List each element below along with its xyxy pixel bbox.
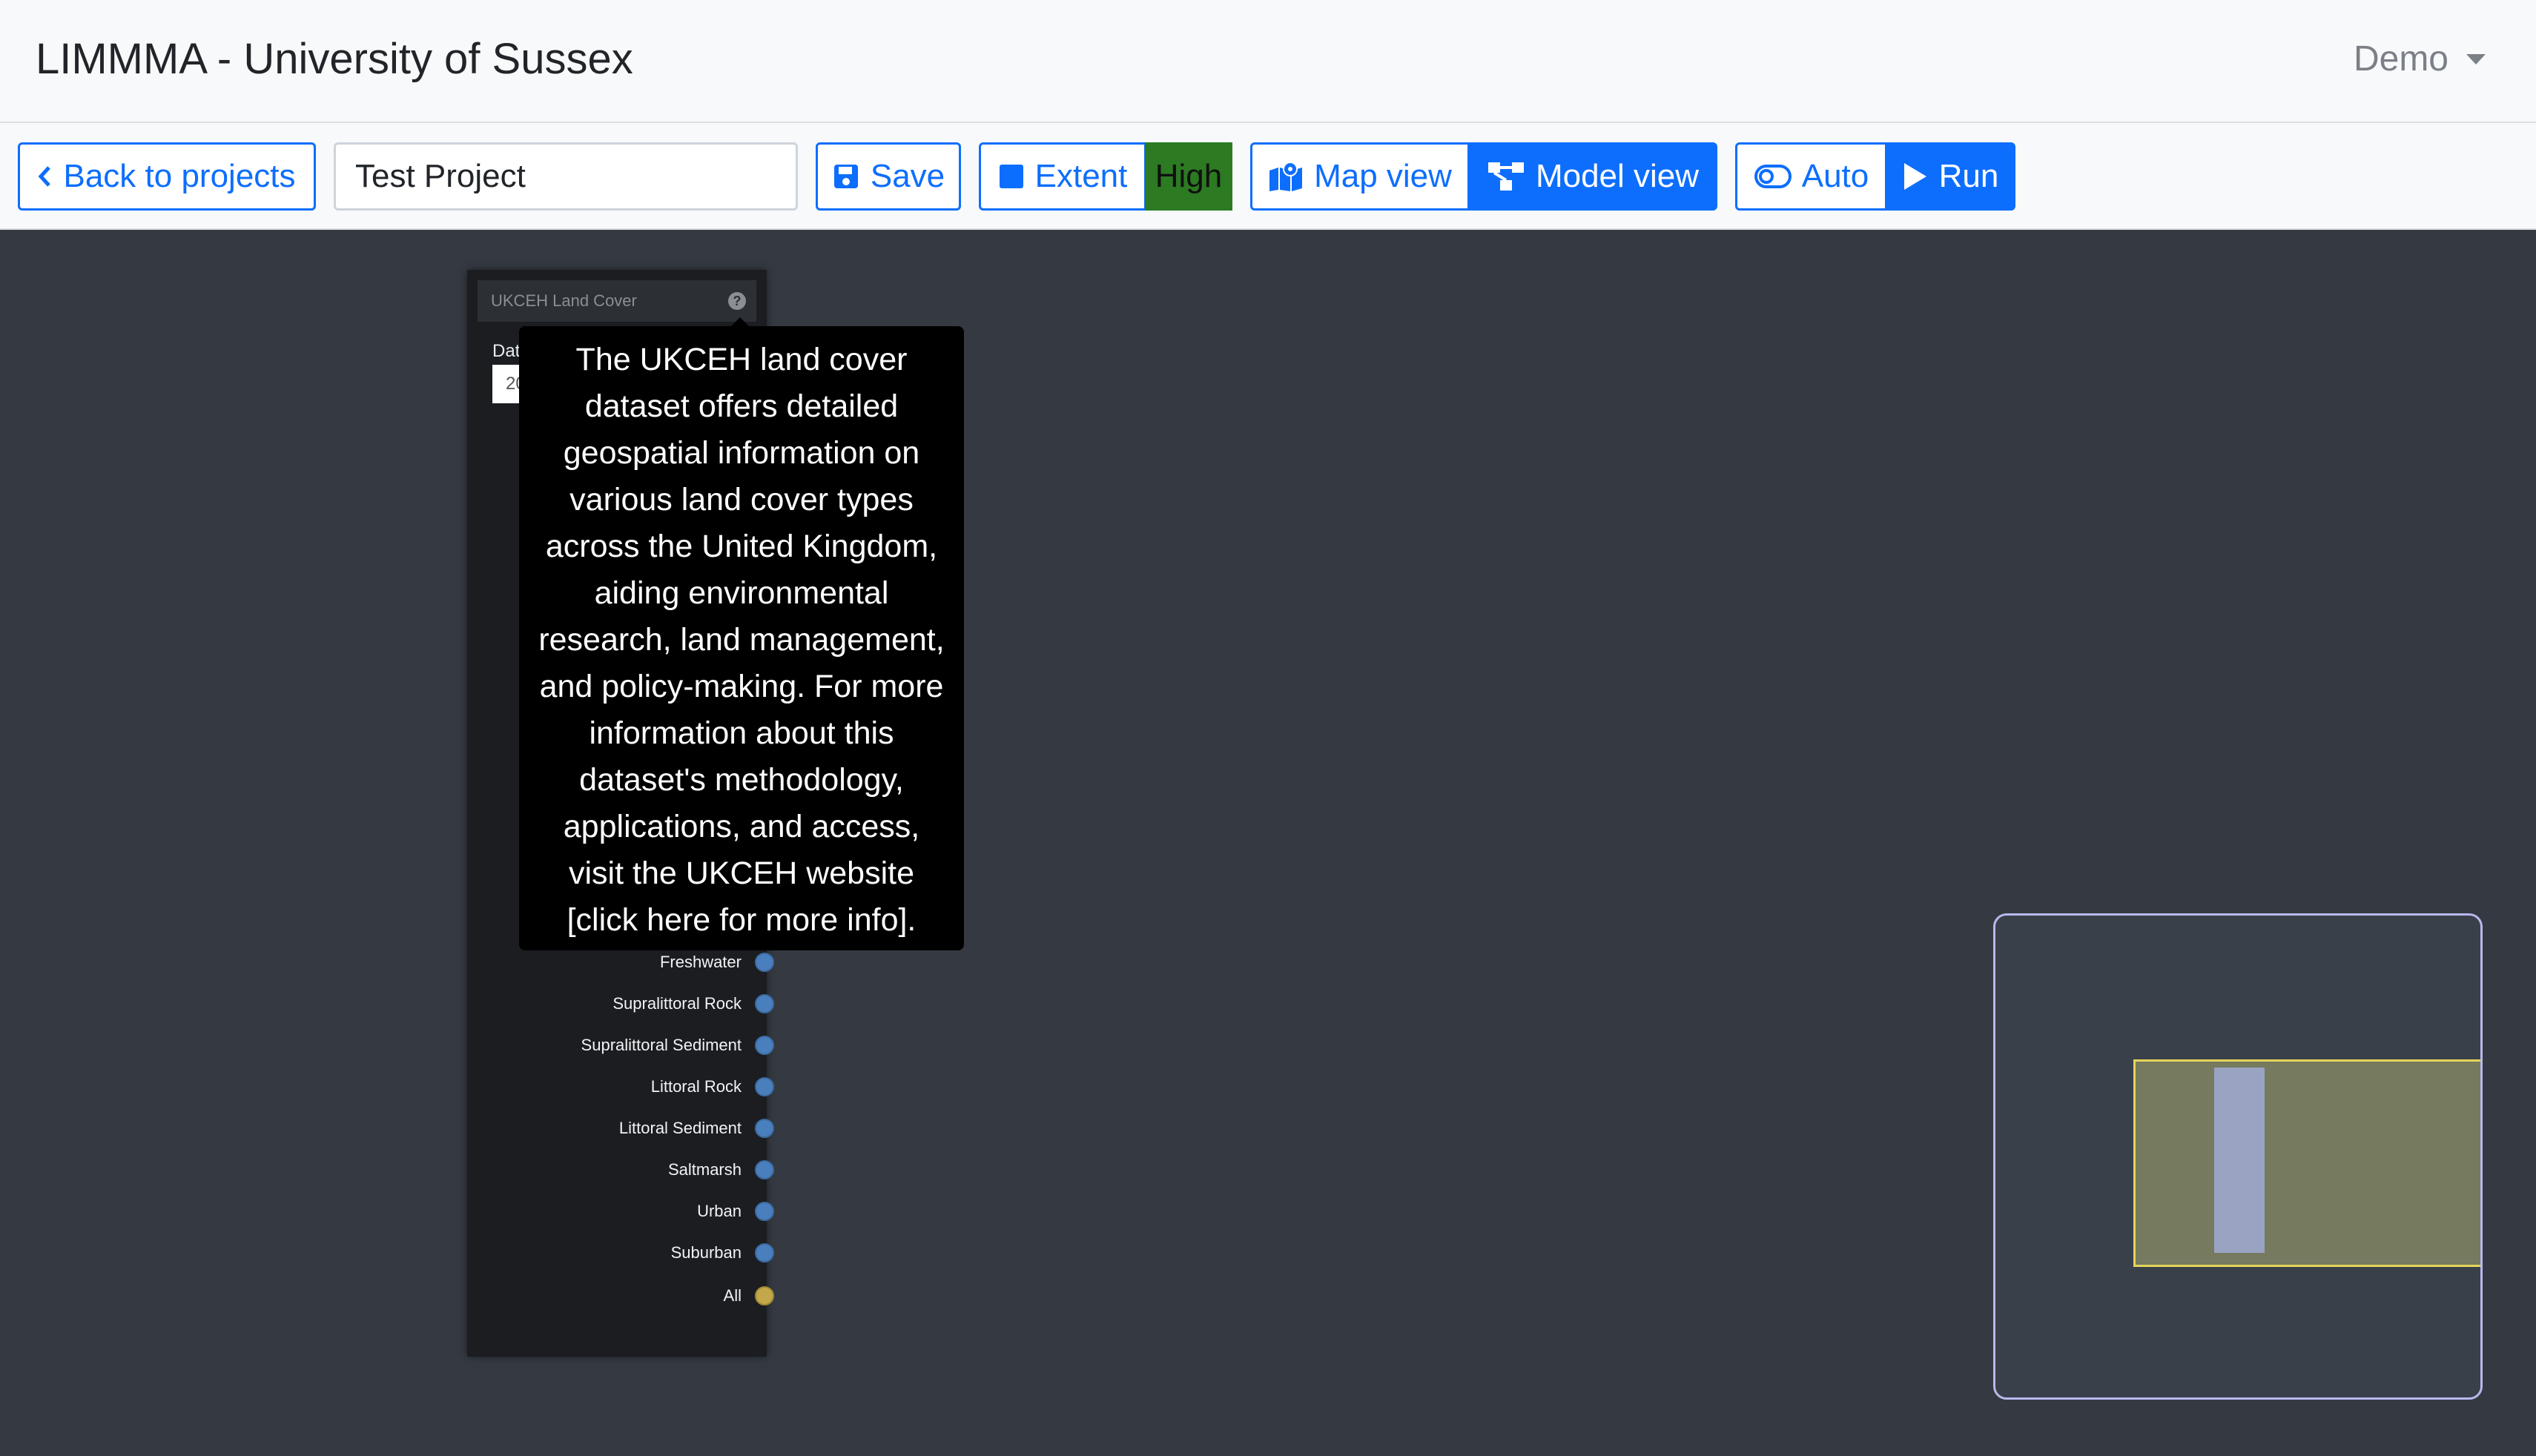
model-view-label: Model view bbox=[1535, 158, 1700, 194]
output-row: All bbox=[723, 1275, 774, 1317]
canvas-minimap[interactable] bbox=[1993, 913, 2483, 1400]
floppy-disk-icon bbox=[833, 165, 858, 188]
user-name: Demo bbox=[2353, 39, 2449, 79]
output-socket[interactable] bbox=[755, 1119, 774, 1138]
output-socket[interactable] bbox=[755, 1077, 774, 1096]
output-socket[interactable] bbox=[755, 953, 774, 972]
output-socket[interactable] bbox=[755, 1036, 774, 1055]
output-socket[interactable] bbox=[755, 1160, 774, 1179]
output-label: Littoral Rock bbox=[650, 1077, 742, 1096]
map-view-button[interactable]: Map view bbox=[1250, 142, 1470, 211]
output-row: Urban bbox=[697, 1191, 774, 1232]
model-view-button[interactable]: Model view bbox=[1468, 142, 1717, 211]
caret-down-icon bbox=[2466, 53, 2486, 64]
output-row: Saltmarsh bbox=[667, 1149, 774, 1191]
output-socket-all[interactable] bbox=[755, 1286, 774, 1306]
output-row: Supralittoral Rock bbox=[612, 983, 774, 1025]
back-to-projects-label: Back to projects bbox=[63, 158, 296, 194]
minimap-node bbox=[2214, 1068, 2265, 1253]
output-label: Littoral Sediment bbox=[618, 1119, 742, 1137]
diagram-icon bbox=[1487, 162, 1524, 191]
output-label: Freshwater bbox=[659, 953, 742, 971]
output-label: Supralittoral Sediment bbox=[581, 1036, 742, 1054]
project-name-input[interactable] bbox=[334, 142, 798, 211]
run-label: Run bbox=[1938, 158, 1999, 194]
output-label: Saltmarsh bbox=[667, 1160, 742, 1179]
run-button[interactable]: Run bbox=[1885, 142, 2015, 211]
output-row: Supralittoral Sediment bbox=[581, 1025, 774, 1066]
app-title: LIMMMA - University of Sussex bbox=[36, 35, 633, 83]
output-row: Suburban bbox=[670, 1232, 774, 1274]
project-toolbar: Back to projects Save Extent High Map vi… bbox=[0, 123, 2536, 230]
user-dropdown[interactable]: Demo bbox=[2354, 39, 2486, 79]
output-row: Littoral Rock bbox=[650, 1066, 774, 1108]
output-row: Littoral Sediment bbox=[618, 1108, 774, 1149]
save-button[interactable]: Save bbox=[816, 142, 961, 211]
resolution-badge: High bbox=[1145, 142, 1232, 211]
output-socket[interactable] bbox=[755, 1202, 774, 1221]
output-socket[interactable] bbox=[755, 1243, 774, 1263]
output-socket[interactable] bbox=[755, 994, 774, 1013]
auto-label: Auto bbox=[1801, 158, 1869, 194]
square-icon bbox=[999, 165, 1023, 188]
extent-button[interactable]: Extent bbox=[979, 142, 1146, 211]
top-navbar: LIMMMA - University of Sussex Demo bbox=[0, 0, 2536, 123]
dataset-info-tooltip[interactable]: The UKCEH land cover dataset offers deta… bbox=[519, 326, 964, 950]
play-icon bbox=[1903, 163, 1926, 190]
auto-toggle-button[interactable]: Auto bbox=[1735, 142, 1888, 211]
back-to-projects-button[interactable]: Back to projects bbox=[18, 142, 316, 211]
output-label: All bbox=[723, 1286, 742, 1305]
map-location-icon bbox=[1269, 162, 1303, 191]
map-view-label: Map view bbox=[1314, 158, 1452, 194]
minimap-viewport[interactable] bbox=[2133, 1059, 2480, 1267]
save-label: Save bbox=[870, 158, 945, 194]
chevron-left-icon bbox=[39, 166, 51, 187]
output-label: Suburban bbox=[670, 1243, 742, 1262]
extent-label: Extent bbox=[1034, 158, 1128, 194]
toggle-icon bbox=[1754, 165, 1792, 188]
output-label: Urban bbox=[697, 1202, 742, 1220]
output-label: Supralittoral Rock bbox=[612, 994, 742, 1013]
